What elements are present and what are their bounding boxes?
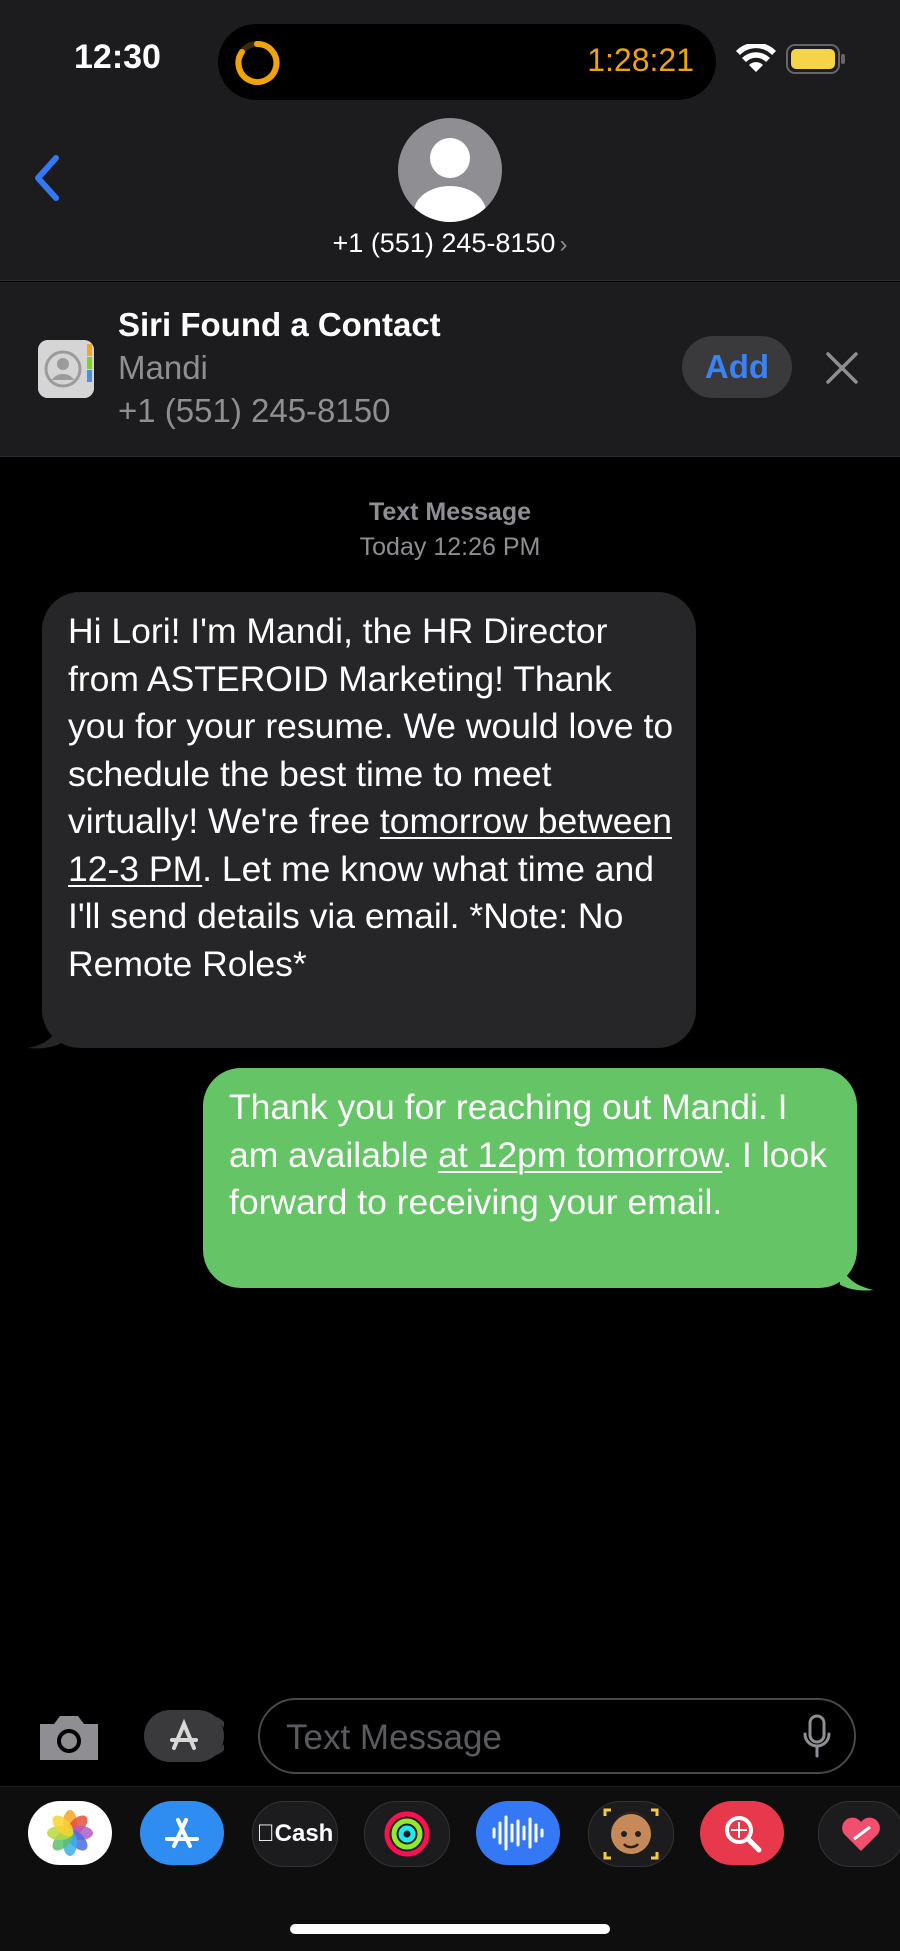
outgoing-message-bubble[interactable]: Thank you for reaching out Mandi. I am a… bbox=[203, 1068, 857, 1288]
wifi-icon bbox=[736, 44, 776, 72]
date-link[interactable]: at 12pm tomorrow bbox=[438, 1135, 722, 1175]
timer-ring-icon bbox=[235, 40, 280, 85]
apple-cash-label: Cash bbox=[265, 1820, 334, 1847]
contact-number[interactable]: +1 (551) 245-8150 › bbox=[0, 228, 900, 259]
siri-title: Siri Found a Contact bbox=[118, 306, 441, 343]
apple-cash-icon: Cash bbox=[257, 1820, 334, 1848]
outgoing-message-text: Thank you for reaching out Mandi. I am a… bbox=[229, 1084, 839, 1227]
app-store-icon bbox=[170, 1716, 230, 1756]
memoji-icon bbox=[603, 1808, 659, 1860]
chevron-right-icon: › bbox=[559, 231, 568, 258]
apps-button[interactable] bbox=[144, 1710, 230, 1762]
message-service-label: Text Message bbox=[368, 498, 532, 526]
photos-app-button[interactable] bbox=[28, 1801, 112, 1865]
memoji-app-button[interactable] bbox=[588, 1801, 674, 1867]
app-store-icon bbox=[165, 1818, 199, 1848]
message-input-placeholder: Text Message bbox=[286, 1718, 502, 1757]
contacts-app-icon bbox=[38, 340, 94, 398]
home-indicator[interactable] bbox=[290, 1924, 610, 1934]
camera-icon[interactable] bbox=[36, 1712, 102, 1762]
add-contact-button[interactable]: Add bbox=[682, 336, 792, 398]
message-input[interactable]: Text Message bbox=[258, 1698, 856, 1774]
fitness-icon bbox=[384, 1811, 430, 1857]
close-icon[interactable] bbox=[822, 348, 862, 388]
microphone-icon[interactable] bbox=[802, 1714, 832, 1760]
back-chevron-icon[interactable] bbox=[28, 148, 68, 208]
audio-message-icon bbox=[492, 1815, 544, 1851]
audio-message-app-button[interactable] bbox=[476, 1801, 560, 1865]
dynamic-island[interactable]: 1:28:21 bbox=[218, 24, 716, 100]
incoming-message-bubble[interactable]: Hi Lori! I'm Mandi, the HR Director from… bbox=[42, 592, 696, 1048]
message-timestamp: Today 12:26 PM bbox=[359, 533, 541, 561]
suggested-contact-phone: +1 (551) 245-8150 bbox=[118, 392, 391, 429]
incoming-message-text: Hi Lori! I'm Mandi, the HR Director from… bbox=[68, 608, 678, 988]
photos-icon bbox=[47, 1810, 93, 1856]
contact-number-text: +1 (551) 245-8150 bbox=[332, 228, 556, 258]
apple-cash-app-button[interactable]: Cash bbox=[252, 1801, 338, 1867]
stickers-app-button[interactable] bbox=[818, 1801, 900, 1867]
contact-avatar[interactable] bbox=[398, 118, 502, 222]
suggested-contact-name: Mandi bbox=[118, 349, 208, 386]
battery-icon bbox=[786, 44, 845, 74]
timer-readout: 1:28:21 bbox=[587, 42, 694, 78]
person-icon bbox=[414, 138, 486, 222]
app-store-app-button[interactable] bbox=[140, 1801, 224, 1865]
status-time: 12:30 bbox=[74, 38, 161, 76]
heart-stickers-icon bbox=[842, 1817, 880, 1851]
siri-suggestion-banner: Siri Found a Contact Mandi +1 (551) 245-… bbox=[0, 282, 900, 457]
search-images-icon bbox=[725, 1816, 762, 1853]
fitness-app-button[interactable] bbox=[364, 1801, 450, 1867]
image-search-app-button[interactable] bbox=[700, 1801, 784, 1865]
